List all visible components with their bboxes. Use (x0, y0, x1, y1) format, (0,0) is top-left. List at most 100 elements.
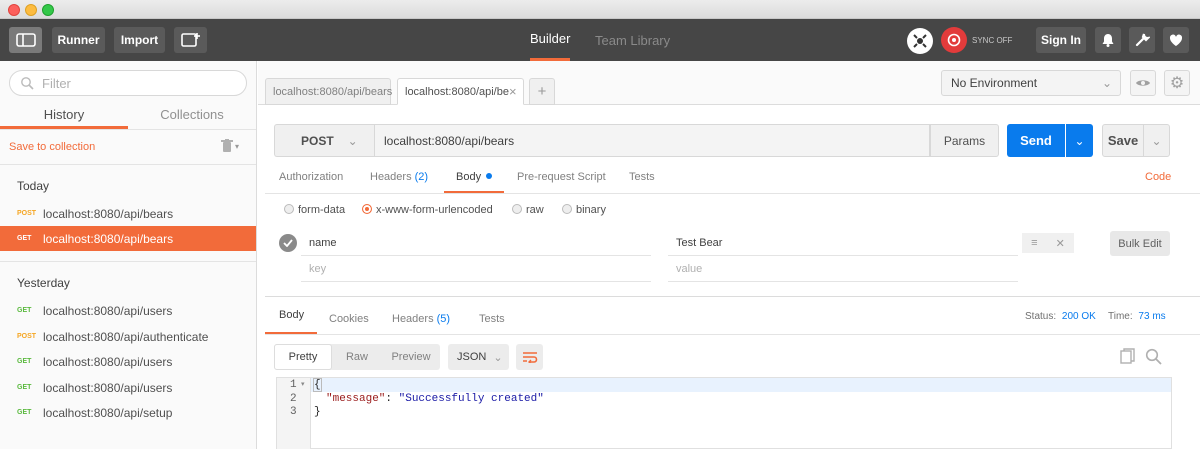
radio-checked-icon (362, 204, 372, 214)
add-tab-button[interactable]: + (529, 78, 555, 105)
request-tab-active[interactable]: localhost:8080/api/be × (397, 78, 524, 105)
filter-input[interactable]: Filter (9, 70, 247, 96)
clear-history-button[interactable]: ▾ (221, 139, 239, 153)
send-options-button[interactable]: ⌄ (1066, 124, 1093, 157)
view-raw-button[interactable]: Raw (332, 344, 382, 370)
history-item-selected[interactable]: GET localhost:8080/api/bears (0, 226, 256, 251)
body-mode-form-data[interactable]: form-data (284, 204, 345, 216)
history-item[interactable]: GET localhost:8080/api/users (0, 298, 256, 323)
body-mode-urlencoded[interactable]: x-www-form-urlencoded (362, 204, 493, 216)
minimize-window-icon[interactable] (25, 4, 37, 16)
bulk-edit-button[interactable]: Bulk Edit (1110, 231, 1170, 256)
response-tab-cookies[interactable]: Cookies (329, 313, 369, 335)
response-view-switch: Pretty Raw Preview (274, 344, 440, 370)
tab-headers[interactable]: Headers (2) (370, 171, 428, 193)
body-mode-label: form-data (298, 204, 346, 216)
drag-handle-icon[interactable]: ≡ (1031, 237, 1037, 249)
import-button[interactable]: Import (114, 27, 165, 53)
view-preview-button[interactable]: Preview (382, 344, 440, 370)
satellite-icon (913, 34, 927, 48)
response-tab-headers[interactable]: Headers (5) (392, 313, 450, 335)
response-time: Time: 73 ms (1108, 311, 1166, 322)
request-area (265, 116, 1200, 117)
history-item[interactable]: POST localhost:8080/api/authenticate (0, 324, 256, 349)
environment-select[interactable]: No Environment ⌄ (941, 70, 1121, 96)
close-tab-icon[interactable]: × (509, 84, 517, 99)
new-tab-button[interactable] (174, 27, 207, 53)
notifications-button[interactable] (1095, 27, 1121, 53)
tab-tests[interactable]: Tests (629, 171, 655, 193)
history-item[interactable]: GET localhost:8080/api/users (0, 375, 256, 400)
copy-icon (1120, 348, 1135, 364)
param-value-field[interactable]: Test Bear (668, 230, 1018, 256)
history-url: localhost:8080/api/bears (43, 231, 174, 246)
history-url: localhost:8080/api/users (43, 303, 173, 318)
history-url: localhost:8080/api/setup (43, 405, 173, 420)
chevron-down-icon: ⌄ (1101, 76, 1112, 90)
sidebar-toggle-button[interactable] (9, 27, 42, 53)
request-tab[interactable]: localhost:8080/api/bears (265, 78, 392, 105)
tab-prerequest-script[interactable]: Pre-request Script (517, 171, 606, 193)
settings-button[interactable] (1129, 27, 1155, 53)
trash-icon (221, 139, 233, 152)
params-button[interactable]: Params (930, 124, 999, 157)
history-item[interactable]: GET localhost:8080/api/users (0, 349, 256, 374)
fold-icon[interactable]: ▾ (301, 380, 305, 388)
copy-response-button[interactable] (1120, 348, 1136, 367)
tab-headers-label: Headers (370, 171, 412, 183)
bell-icon (1102, 34, 1114, 47)
body-mode-raw[interactable]: raw (512, 204, 544, 216)
tab-team-library[interactable]: Team Library (595, 19, 670, 61)
save-button[interactable]: Save (1102, 124, 1144, 157)
param-key-field[interactable]: name (301, 230, 651, 256)
code-line: { (313, 378, 322, 392)
view-pretty-button[interactable]: Pretty (274, 344, 332, 370)
delete-row-icon[interactable]: ✕ (1056, 237, 1065, 250)
history-item[interactable]: POST localhost:8080/api/bears (0, 201, 256, 226)
sidebar: Filter History Collections Save to colle… (0, 61, 257, 449)
window-titlebar (0, 0, 1200, 19)
close-window-icon[interactable] (8, 4, 20, 16)
interceptor-button[interactable] (907, 28, 933, 54)
history-url: localhost:8080/api/users (43, 380, 173, 395)
generate-code-link[interactable]: Code (1145, 171, 1171, 193)
check-icon (283, 239, 293, 247)
format-select[interactable]: JSON ⌄ (448, 344, 509, 370)
search-response-button[interactable] (1145, 348, 1162, 368)
new-value-field[interactable]: value (668, 256, 1018, 282)
save-options-button[interactable]: ⌄ (1143, 124, 1170, 157)
divider (0, 129, 256, 130)
manage-environments-button[interactable]: ⚙ (1164, 70, 1190, 96)
favorite-button[interactable] (1163, 27, 1189, 53)
maximize-window-icon[interactable] (42, 4, 54, 16)
tab-authorization[interactable]: Authorization (279, 171, 343, 193)
tab-collections[interactable]: Collections (128, 101, 256, 129)
response-tab-tests[interactable]: Tests (479, 313, 505, 335)
response-tab-body[interactable]: Body (265, 309, 317, 335)
environment-quick-look-button[interactable] (1130, 70, 1156, 96)
row-enabled-checkbox[interactable] (279, 234, 297, 252)
method-badge: GET (17, 358, 32, 365)
send-button[interactable]: Send (1007, 124, 1065, 157)
signin-button[interactable]: Sign In (1036, 27, 1086, 53)
history-url: localhost:8080/api/bears (43, 206, 174, 221)
method-badge: GET (17, 384, 32, 391)
tab-builder[interactable]: Builder (530, 19, 571, 61)
url-input[interactable]: localhost:8080/api/bears (374, 124, 930, 157)
runner-button[interactable]: Runner (52, 27, 105, 53)
method-select[interactable]: POST ⌄ (274, 124, 374, 157)
method-badge: POST (17, 333, 37, 340)
status-value: 200 OK (1061, 311, 1096, 322)
body-mode-binary[interactable]: binary (562, 204, 606, 216)
save-to-collection-link[interactable]: Save to collection (9, 141, 95, 153)
sync-button[interactable] (941, 27, 967, 53)
chevron-down-icon: ⌄ (493, 351, 503, 364)
chevron-down-icon: ⌄ (1074, 133, 1085, 148)
body-mode-label: binary (576, 204, 606, 216)
history-item[interactable]: GET localhost:8080/api/setup (0, 400, 256, 425)
tab-body[interactable]: Body (444, 171, 504, 194)
chevron-down-icon: ▾ (235, 141, 240, 151)
wrap-lines-button[interactable] (516, 344, 543, 370)
new-key-field[interactable]: key (301, 256, 651, 282)
tab-history[interactable]: History (0, 101, 128, 129)
